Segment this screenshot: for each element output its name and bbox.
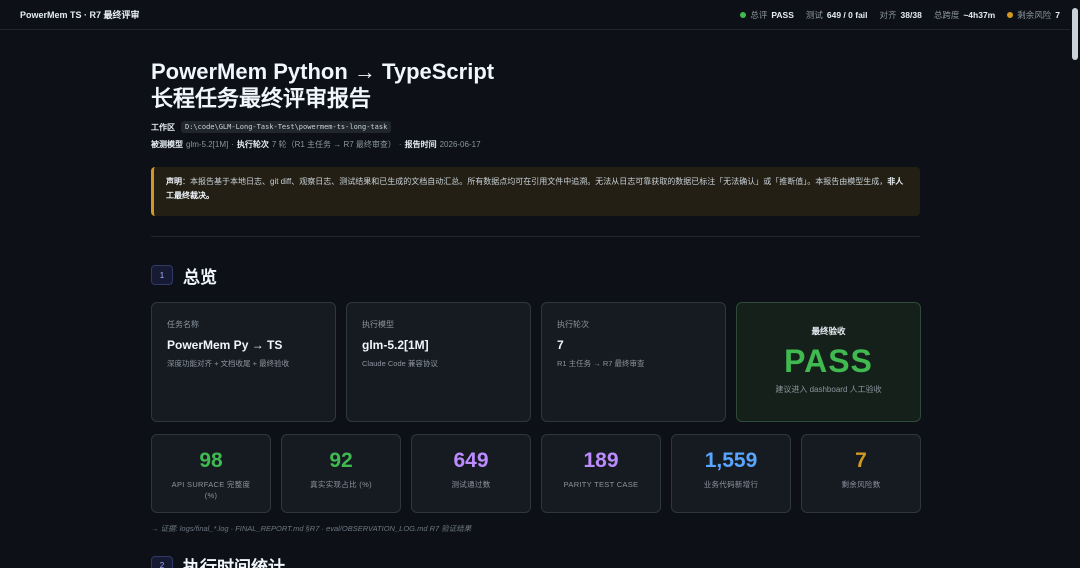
- card-label: 执行轮次: [557, 320, 589, 329]
- stat-verdict: 总评 PASS: [740, 9, 794, 21]
- section-timing-header: 2 执行时间统计: [151, 553, 285, 568]
- stat-tests: 测试 649 / 0 fail: [806, 9, 868, 21]
- card-label: 最终验收: [811, 326, 846, 336]
- title-line-2: 长程任务最终评审报告: [151, 86, 372, 111]
- evidence-note: → 证据: logs/final_*.log · FINAL_REPORT.md…: [151, 524, 472, 533]
- stat-label: 总评: [750, 9, 768, 20]
- metric-card: 98 API SURFACE 完整度 (%): [151, 434, 271, 513]
- rounds-value: 7 轮（R1 主任务 → R7 最终审查）: [271, 139, 396, 149]
- section-number: 2: [151, 555, 173, 568]
- scrollbar-thumb[interactable]: [1072, 8, 1078, 60]
- stat-label: 总跨度: [933, 9, 960, 20]
- notice-label: 声明: [166, 177, 182, 186]
- metric-card: 1,559 业务代码新增行: [671, 434, 791, 513]
- separator: ·: [398, 139, 402, 149]
- card-value: glm-5.2[1M]: [362, 338, 429, 352]
- metric-cards: 98 API SURFACE 完整度 (%) 92 真实实现占比 (%) 649…: [151, 434, 921, 513]
- metric-label: 真实实现占比 (%): [310, 480, 372, 489]
- separator: ·: [231, 139, 234, 149]
- metric-label: 测试通过数: [451, 480, 491, 489]
- metric-value: 649: [453, 449, 489, 472]
- metric-label: API SURFACE 完整度 (%): [171, 480, 251, 500]
- stat-label: 对齐: [879, 9, 897, 20]
- warning-dot-icon: [1007, 11, 1014, 18]
- disclaimer-notice: 声明：本报告基于本地日志、git diff、观察日志、测试结果和已生成的文档自动…: [151, 167, 920, 216]
- title-line-1: PowerMem Python → TypeScript: [151, 59, 495, 84]
- stat-value: 649 / 0 fail: [826, 9, 868, 20]
- stat-value: 7: [1055, 9, 1060, 20]
- model-value: glm-5.2[1M]: [186, 139, 229, 149]
- card-value: 7: [557, 338, 564, 352]
- stat-duration: 总跨度 ~4h37m: [934, 9, 995, 21]
- card-sub: 深度功能对齐 + 文档收尾 + 最终验收: [167, 359, 290, 368]
- stat-value: PASS: [771, 9, 794, 20]
- card-sub: Claude Code 兼容协议: [362, 359, 438, 368]
- verdict-value: PASS: [784, 343, 873, 379]
- run-info-row: 被测模型 glm-5.2[1M] · 执行轮次 7 轮（R1 主任务 → R7 …: [151, 137, 920, 151]
- app-title: PowerMem TS · R7 最终评审: [20, 10, 140, 20]
- stat-label: 测试: [805, 9, 823, 20]
- section-title: 总览: [183, 267, 217, 287]
- section-title: 执行时间统计: [183, 558, 285, 568]
- overview-cards: 任务名称 PowerMem Py → TS 深度功能对齐 + 文档收尾 + 最终…: [151, 302, 921, 422]
- time-label: 报告时间: [404, 139, 437, 149]
- top-bar: PowerMem TS · R7 最终评审 总评 PASS 测试 649 / 0…: [0, 0, 1080, 30]
- task-name-card: 任务名称 PowerMem Py → TS 深度功能对齐 + 文档收尾 + 最终…: [151, 302, 336, 422]
- summary-stats: 总评 PASS 测试 649 / 0 fail 对齐 38/38 总跨度 ~4h…: [740, 9, 1060, 21]
- workspace-label: 工作区: [151, 122, 175, 132]
- metric-label: 剩余风险数: [841, 480, 881, 489]
- metric-label: 业务代码新增行: [703, 480, 759, 489]
- report-content: PowerMem Python → TypeScript 长程任务最终评审报告 …: [151, 30, 921, 534]
- model-card: 执行模型 glm-5.2[1M] Claude Code 兼容协议: [346, 302, 531, 422]
- metric-value: 98: [199, 449, 223, 472]
- card-value: PowerMem Py → TS: [167, 338, 283, 352]
- scrollbar[interactable]: [1070, 0, 1080, 568]
- status-dot-icon: [740, 11, 747, 18]
- card-sub: 建议进入 dashboard 人工验收: [775, 385, 882, 394]
- card-sub: R1 主任务 → R7 最终审查: [557, 359, 645, 368]
- stat-value: 38/38: [900, 9, 922, 20]
- section-number: 1: [151, 265, 173, 285]
- page-title: PowerMem Python → TypeScript 长程任务最终评审报告: [151, 58, 920, 112]
- workspace-path: D:\code\GLM-Long-Task-Test\powermem-ts-l…: [181, 121, 392, 133]
- metric-value: 7: [855, 449, 867, 472]
- metric-value: 189: [583, 449, 619, 472]
- metric-card: 92 真实实现占比 (%): [281, 434, 401, 513]
- divider: [151, 236, 920, 237]
- card-label: 任务名称: [167, 320, 199, 329]
- stat-alignment: 对齐 38/38: [880, 9, 922, 21]
- metric-card: 189 PARITY TEST CASE: [541, 434, 661, 513]
- stat-value: ~4h37m: [963, 9, 996, 20]
- metric-value: 92: [329, 449, 353, 472]
- time-value: 2026-06-17: [439, 139, 481, 149]
- stat-label: 剩余风险: [1017, 9, 1052, 20]
- metric-card: 7 剩余风险数: [801, 434, 921, 513]
- metric-label: PARITY TEST CASE: [563, 480, 639, 489]
- workspace-row: 工作区 D:\code\GLM-Long-Task-Test\powermem-…: [151, 121, 920, 133]
- rounds-label: 执行轮次: [236, 139, 269, 149]
- rounds-card: 执行轮次 7 R1 主任务 → R7 最终审查: [541, 302, 726, 422]
- notice-text: ：本报告基于本地日志、git diff、观察日志、测试结果和已生成的文档自动汇总…: [182, 177, 888, 186]
- model-label: 被测模型: [151, 139, 183, 149]
- section-overview-header: 1 总览: [151, 264, 920, 287]
- metric-card: 649 测试通过数: [411, 434, 531, 513]
- final-verdict-card: 最终验收 PASS 建议进入 dashboard 人工验收: [736, 302, 921, 422]
- card-label: 执行模型: [362, 320, 394, 329]
- metric-value: 1,559: [704, 449, 758, 472]
- stat-risks: 剩余风险 7: [1007, 9, 1060, 21]
